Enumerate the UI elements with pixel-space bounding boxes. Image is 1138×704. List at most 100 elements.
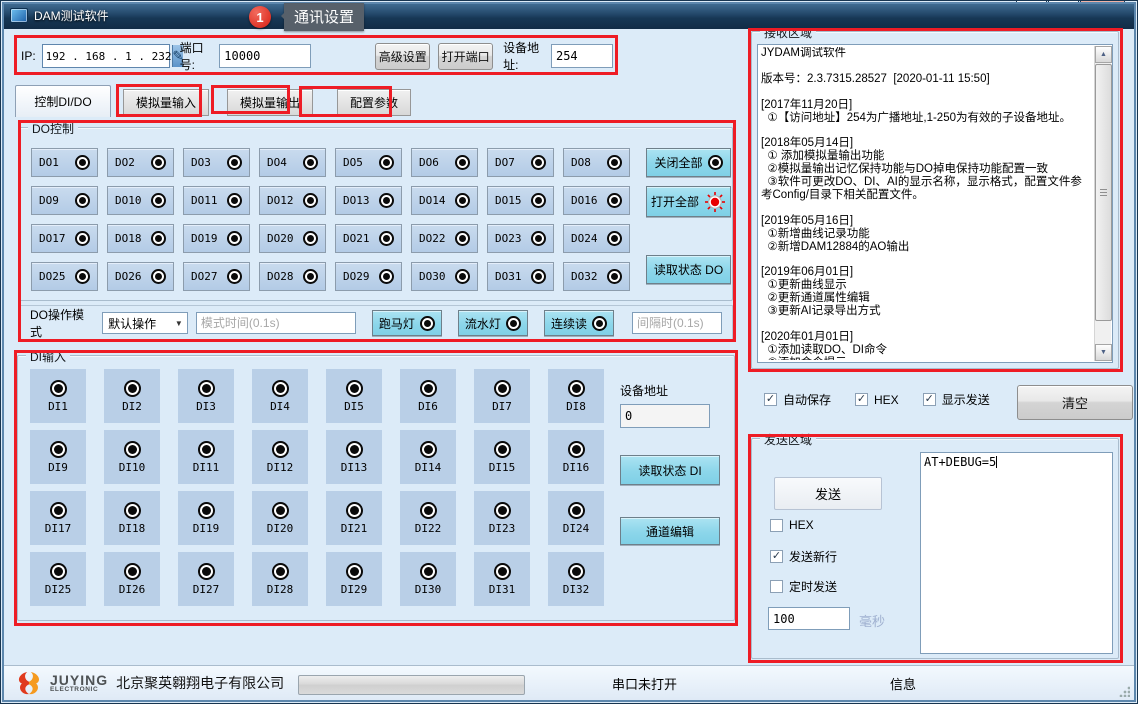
ip-field[interactable]: 192 . 168 . 1 . 232 xyxy=(42,44,170,68)
di-channel-cell[interactable]: DI10 xyxy=(104,430,160,484)
do-channel-button[interactable]: DO31 xyxy=(487,262,554,291)
interval-time-input[interactable] xyxy=(632,312,722,334)
do-channel-button[interactable]: DO19 xyxy=(183,224,250,253)
do-mode-select[interactable]: 默认操作 ▼ xyxy=(102,312,188,334)
do-channel-button[interactable]: DO24 xyxy=(563,224,630,253)
di-channel-cell[interactable]: DI24 xyxy=(548,491,604,545)
flow-light-button[interactable]: 流水灯 xyxy=(458,310,528,336)
scroll-up-icon[interactable]: ▲ xyxy=(1095,46,1112,63)
port-input[interactable] xyxy=(219,44,311,68)
receive-scrollbar[interactable]: ▲ ▼ xyxy=(1094,46,1111,361)
do-channel-button[interactable]: DO7 xyxy=(487,148,554,177)
di-device-address-input[interactable] xyxy=(620,404,710,428)
do-channel-button[interactable]: DO27 xyxy=(183,262,250,291)
do-channel-button[interactable]: DO14 xyxy=(411,186,478,215)
di-channel-cell[interactable]: DI29 xyxy=(326,552,382,606)
resize-grip[interactable] xyxy=(1118,685,1130,697)
do-channel-button[interactable]: DO3 xyxy=(183,148,250,177)
do-channel-button[interactable]: DO18 xyxy=(107,224,174,253)
autosave-checkbox[interactable] xyxy=(764,393,777,406)
do-channel-button[interactable]: DO29 xyxy=(335,262,402,291)
di-channel-cell[interactable]: DI17 xyxy=(30,491,86,545)
do-channel-button[interactable]: DO15 xyxy=(487,186,554,215)
di-channel-cell[interactable]: DI27 xyxy=(178,552,234,606)
do-channel-button[interactable]: DO17 xyxy=(31,224,98,253)
do-channel-button[interactable]: DO6 xyxy=(411,148,478,177)
do-channel-button[interactable]: DO2 xyxy=(107,148,174,177)
do-channel-button[interactable]: DO13 xyxy=(335,186,402,215)
scroll-down-icon[interactable]: ▼ xyxy=(1095,344,1112,361)
send-content-box[interactable]: AT+DEBUG=5 xyxy=(920,452,1113,654)
di-channel-cell[interactable]: DI3 xyxy=(178,369,234,423)
di-channel-cell[interactable]: DI19 xyxy=(178,491,234,545)
timed-send-checkbox[interactable] xyxy=(770,580,783,593)
close-all-button[interactable]: 关闭全部 xyxy=(646,148,731,177)
tab-control-di-do[interactable]: 控制DI/DO xyxy=(15,85,111,117)
advanced-settings-button[interactable]: 高级设置 xyxy=(375,43,430,70)
do-channel-button[interactable]: DO4 xyxy=(259,148,326,177)
do-channel-button[interactable]: DO28 xyxy=(259,262,326,291)
open-all-button[interactable]: 打开全部 xyxy=(646,186,731,217)
receive-hex-checkbox[interactable] xyxy=(855,393,868,406)
di-channel-cell[interactable]: DI4 xyxy=(252,369,308,423)
do-channel-button[interactable]: DO32 xyxy=(563,262,630,291)
marquee-button[interactable]: 跑马灯 xyxy=(372,310,442,336)
di-channel-cell[interactable]: DI14 xyxy=(400,430,456,484)
tab-analog-output[interactable]: 模拟量输出 xyxy=(227,89,313,116)
di-channel-cell[interactable]: DI2 xyxy=(104,369,160,423)
do-channel-button[interactable]: DO20 xyxy=(259,224,326,253)
do-channel-button[interactable]: DO21 xyxy=(335,224,402,253)
scrollbar-thumb[interactable] xyxy=(1095,64,1112,321)
di-channel-cell[interactable]: DI11 xyxy=(178,430,234,484)
di-channel-cell[interactable]: DI1 xyxy=(30,369,86,423)
send-hex-checkbox[interactable] xyxy=(770,519,783,532)
channel-edit-button[interactable]: 通道编辑 xyxy=(620,517,720,545)
di-channel-cell[interactable]: DI16 xyxy=(548,430,604,484)
show-send-checkbox[interactable] xyxy=(923,393,936,406)
do-channel-button[interactable]: DO23 xyxy=(487,224,554,253)
di-channel-cell[interactable]: DI28 xyxy=(252,552,308,606)
do-channel-button[interactable]: DO12 xyxy=(259,186,326,215)
di-channel-cell[interactable]: DI18 xyxy=(104,491,160,545)
di-channel-cell[interactable]: DI6 xyxy=(400,369,456,423)
di-channel-cell[interactable]: DI8 xyxy=(548,369,604,423)
do-channel-button[interactable]: DO11 xyxy=(183,186,250,215)
read-di-status-button[interactable]: 读取状态 DI xyxy=(620,455,720,485)
do-channel-button[interactable]: DO26 xyxy=(107,262,174,291)
di-channel-cell[interactable]: DI13 xyxy=(326,430,382,484)
di-channel-cell[interactable]: DI32 xyxy=(548,552,604,606)
do-channel-button[interactable]: DO25 xyxy=(31,262,98,291)
di-channel-cell[interactable]: DI9 xyxy=(30,430,86,484)
do-channel-button[interactable]: DO5 xyxy=(335,148,402,177)
send-newline-checkbox[interactable] xyxy=(770,550,783,563)
read-do-status-button[interactable]: 读取状态 DO xyxy=(646,255,731,284)
di-channel-cell[interactable]: DI26 xyxy=(104,552,160,606)
di-channel-cell[interactable]: DI20 xyxy=(252,491,308,545)
di-channel-cell[interactable]: DI23 xyxy=(474,491,530,545)
di-channel-cell[interactable]: DI15 xyxy=(474,430,530,484)
di-channel-cell[interactable]: DI5 xyxy=(326,369,382,423)
mode-time-input[interactable] xyxy=(196,312,356,334)
di-channel-cell[interactable]: DI21 xyxy=(326,491,382,545)
do-channel-button[interactable]: DO9 xyxy=(31,186,98,215)
do-channel-button[interactable]: DO1 xyxy=(31,148,98,177)
tab-analog-input[interactable]: 模拟量输入 xyxy=(123,89,209,116)
receive-log-box[interactable]: JYDAM调试软件 版本号：2.3.7315.28527 [2020-01-11… xyxy=(757,44,1113,363)
device-address-input[interactable] xyxy=(551,44,613,68)
continuous-read-button[interactable]: 连续读 xyxy=(544,310,614,336)
di-channel-cell[interactable]: DI30 xyxy=(400,552,456,606)
di-channel-cell[interactable]: DI25 xyxy=(30,552,86,606)
tab-config-params[interactable]: 配置参数 xyxy=(337,89,411,116)
do-channel-button[interactable]: DO10 xyxy=(107,186,174,215)
do-channel-button[interactable]: DO22 xyxy=(411,224,478,253)
send-interval-input[interactable] xyxy=(768,607,850,630)
di-channel-cell[interactable]: DI7 xyxy=(474,369,530,423)
do-channel-button[interactable]: DO30 xyxy=(411,262,478,291)
di-channel-cell[interactable]: DI22 xyxy=(400,491,456,545)
do-channel-button[interactable]: DO16 xyxy=(563,186,630,215)
clear-button[interactable]: 清空 xyxy=(1017,385,1133,420)
send-button[interactable]: 发送 xyxy=(774,477,882,510)
di-channel-cell[interactable]: DI31 xyxy=(474,552,530,606)
di-channel-cell[interactable]: DI12 xyxy=(252,430,308,484)
open-port-button[interactable]: 打开端口 xyxy=(438,43,493,70)
